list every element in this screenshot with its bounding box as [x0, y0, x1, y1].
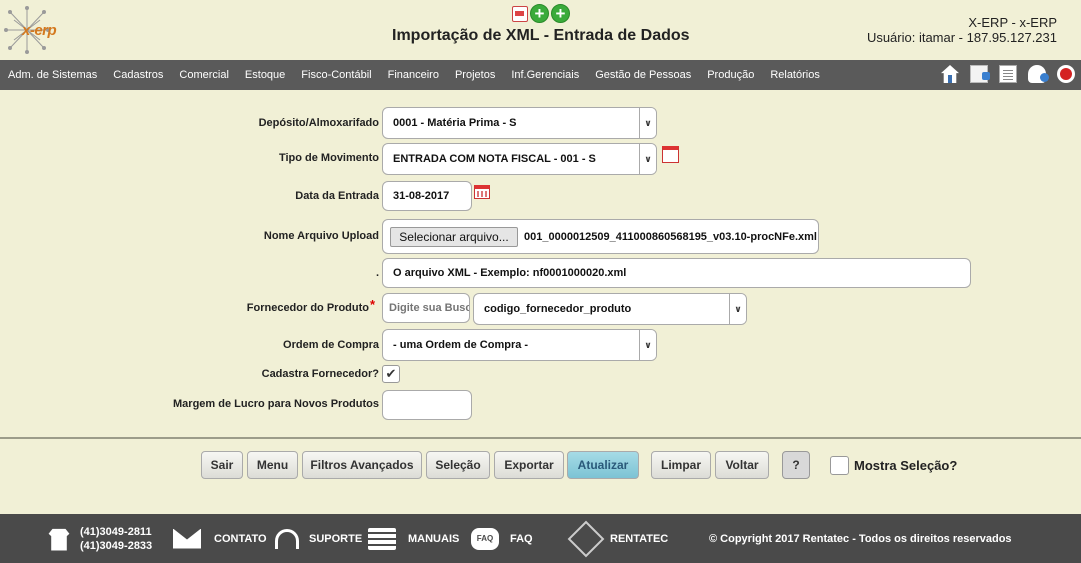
exemplo-label: .	[375, 267, 379, 279]
menu-button[interactable]: Menu	[247, 451, 298, 479]
nav-item-relatorios[interactable]: Relatórios	[770, 69, 820, 81]
fornecedor-label: Fornecedor do Produto	[69, 302, 369, 314]
data-entrada-value: 31-08-2017	[393, 190, 450, 202]
page-icon[interactable]	[970, 65, 990, 83]
footer-rentatec[interactable]: RENTATEC	[567, 514, 668, 563]
network-icon	[567, 520, 605, 557]
add-icon[interactable]: +	[530, 4, 549, 23]
exportar-button[interactable]: Exportar	[494, 451, 564, 479]
nav-item-producao[interactable]: Produção	[707, 69, 754, 81]
main-navbar: Adm. de Sistemas Cadastros Comercial Est…	[0, 60, 1081, 90]
books-icon	[368, 527, 396, 550]
rentatec-link[interactable]: RENTATEC	[610, 533, 668, 545]
nav-item-fisco-contabil[interactable]: Fisco-Contábil	[301, 69, 371, 81]
nav-item-adm-sistemas[interactable]: Adm. de Sistemas	[8, 69, 97, 81]
nav-item-inf-gerenciais[interactable]: Inf.Gerenciais	[511, 69, 579, 81]
deposito-select[interactable]: 0001 - Matéria Prima - S ∨	[382, 107, 657, 139]
nav-item-estoque[interactable]: Estoque	[245, 69, 285, 81]
mail-icon	[173, 528, 201, 549]
mostra-selecao-label: Mostra Seleção?	[854, 458, 958, 473]
footer-contato[interactable]: CONTATO	[173, 514, 267, 563]
ordem-compra-value: - uma Ordem de Compra -	[393, 339, 529, 351]
footer: (41)3049-2811 (41)3049-2833 CONTATO SUPO…	[0, 514, 1081, 563]
ordem-compra-select[interactable]: - uma Ordem de Compra - ∨	[382, 329, 657, 361]
manuais-link[interactable]: MANUAIS	[408, 533, 459, 545]
data-entrada-label: Data da Entrada	[295, 190, 379, 202]
cloud-icon[interactable]	[1028, 65, 1049, 83]
pdf-report-icon[interactable]	[512, 5, 528, 22]
top-action-icons: + +	[512, 4, 570, 23]
page-title: Importação de XML - Entrada de Dados	[392, 27, 690, 44]
footer-faq[interactable]: FAQ FAQ	[471, 514, 533, 563]
chevron-down-icon: ∨	[729, 294, 746, 324]
limpar-button[interactable]: Limpar	[651, 451, 711, 479]
user-session: Usuário: itamar - 187.95.127.231	[866, 30, 1057, 45]
arquivo-label: Nome Arquivo Upload	[263, 230, 379, 242]
fornecedor-select[interactable]: codigo_fornecedor_produto ∨	[473, 293, 747, 325]
voltar-button[interactable]: Voltar	[715, 451, 769, 479]
cadastra-fornecedor-label: Cadastra Fornecedor?	[261, 368, 379, 380]
phone-1: (41)3049-2811	[80, 525, 152, 538]
exemplo-value: O arquivo XML - Exemplo: nf0001000020.xm…	[393, 267, 627, 279]
selecao-button[interactable]: Seleção	[426, 451, 490, 479]
nav-icons	[941, 65, 1075, 83]
phone-2: (41)3049-2833	[80, 539, 153, 552]
chevron-down-icon: ∨	[639, 330, 656, 360]
data-entrada-input[interactable]: 31-08-2017	[382, 181, 472, 211]
nav-menu: Adm. de Sistemas Cadastros Comercial Est…	[8, 60, 836, 90]
deposito-value: 0001 - Matéria Prima - S	[393, 117, 517, 129]
nav-item-financeiro[interactable]: Financeiro	[388, 69, 439, 81]
date-picker-icon[interactable]	[474, 185, 490, 199]
faq-link[interactable]: FAQ	[510, 533, 533, 545]
atualizar-button[interactable]: Atualizar	[567, 451, 639, 479]
ordem-compra-label: Ordem de Compra	[283, 339, 379, 351]
filtros-avancados-button[interactable]: Filtros Avançados	[302, 451, 422, 479]
fornecedor-search-input[interactable]	[382, 293, 470, 323]
document-icon[interactable]	[999, 65, 1017, 83]
tipo-movimento-value: ENTRADA COM NOTA FISCAL - 001 - S	[393, 153, 596, 165]
footer-phones: (41)3049-2811 (41)3049-2833	[46, 514, 152, 563]
select-file-button[interactable]: Selecionar arquivo...	[390, 227, 518, 247]
footer-suporte[interactable]: SUPORTE	[275, 514, 362, 563]
logout-icon[interactable]	[1057, 65, 1075, 83]
required-mark: *	[370, 297, 376, 312]
deposito-label: Depósito/Almoxarifado	[258, 117, 379, 129]
calendar-icon[interactable]	[662, 146, 679, 163]
header: x-erp + + Importação de XML - Entrada de…	[0, 0, 1081, 60]
exemplo-info-field: O arquivo XML - Exemplo: nf0001000020.xm…	[382, 258, 971, 288]
import-form: Depósito/Almoxarifado 0001 - Matéria Pri…	[0, 90, 1081, 438]
contato-link[interactable]: CONTATO	[214, 533, 267, 545]
phone-numbers: (41)3049-2811 (41)3049-2833	[80, 525, 152, 553]
divider	[0, 437, 1081, 439]
phone-icon	[48, 528, 70, 551]
user-info: X-ERP - x-ERP Usuário: itamar - 187.95.1…	[867, 15, 1057, 45]
tipo-movimento-select[interactable]: ENTRADA COM NOTA FISCAL - 001 - S ∨	[382, 143, 657, 175]
help-button[interactable]: ?	[782, 451, 810, 479]
add-new-icon[interactable]: +	[551, 4, 570, 23]
chevron-down-icon: ∨	[639, 144, 656, 174]
faq-icon: FAQ	[471, 527, 499, 550]
xerp-logo[interactable]: x-erp	[4, 6, 62, 54]
nav-item-gestao-pessoas[interactable]: Gestão de Pessoas	[595, 69, 691, 81]
footer-copyright: © Copyright 2017 Rentatec - Todos os dir…	[709, 532, 1012, 545]
headset-icon	[275, 528, 299, 549]
fornecedor-value: codigo_fornecedor_produto	[484, 303, 632, 315]
fornecedor-label-text: Fornecedor do Produto	[246, 302, 369, 314]
nav-item-cadastros[interactable]: Cadastros	[113, 69, 163, 81]
chevron-down-icon: ∨	[639, 108, 656, 138]
margem-lucro-label: Margem de Lucro para Novos Produtos	[173, 398, 379, 410]
company-name: X-ERP - x-ERP	[968, 15, 1057, 30]
logo-text: x-erp	[22, 22, 57, 39]
margem-lucro-input[interactable]	[382, 390, 472, 420]
sair-button[interactable]: Sair	[201, 451, 243, 479]
suporte-link[interactable]: SUPORTE	[309, 533, 362, 545]
footer-manuais[interactable]: MANUAIS	[368, 514, 459, 563]
tipo-movimento-label: Tipo de Movimento	[278, 152, 379, 164]
nav-item-comercial[interactable]: Comercial	[179, 69, 229, 81]
mostra-selecao-checkbox[interactable]	[830, 456, 849, 475]
nav-item-projetos[interactable]: Projetos	[455, 69, 495, 81]
cadastra-fornecedor-checkbox[interactable]: ✔	[382, 365, 400, 383]
home-icon[interactable]	[941, 65, 959, 83]
selected-filename: 001_0000012509_411000860568195_v03.10-pr…	[524, 231, 817, 243]
